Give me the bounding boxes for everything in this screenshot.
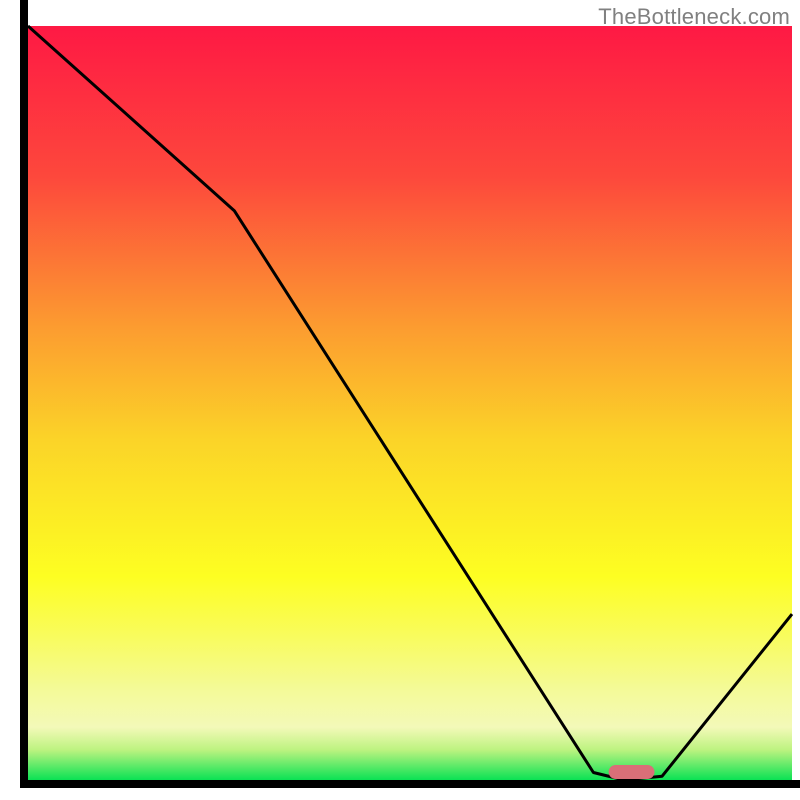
gradient-background [28, 26, 792, 780]
bottleneck-chart [0, 0, 800, 800]
chart-container: TheBottleneck.com [0, 0, 800, 800]
watermark-text: TheBottleneck.com [598, 4, 790, 30]
optimal-zone-marker [609, 765, 655, 779]
